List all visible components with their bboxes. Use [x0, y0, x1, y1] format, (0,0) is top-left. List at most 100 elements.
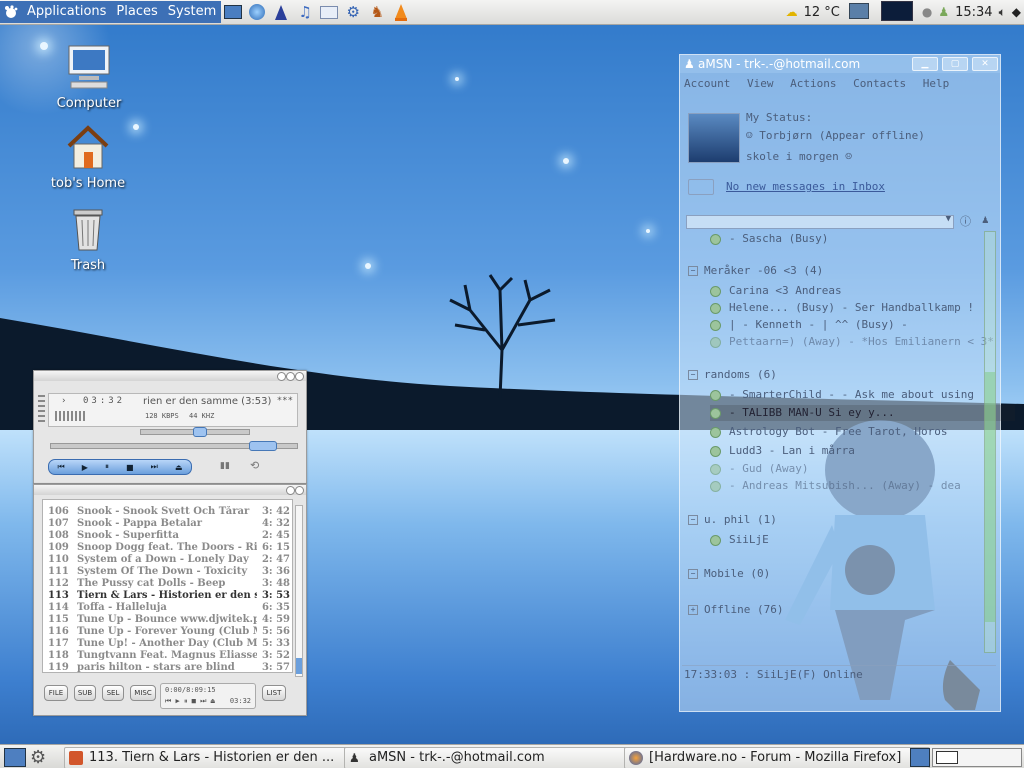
playlist-sel-button[interactable]: SEL — [102, 685, 124, 701]
amsn-minimize-button[interactable]: ▁ — [912, 57, 938, 71]
amsn-contact-scrollbar[interactable] — [984, 231, 996, 653]
show-desktop-icon[interactable] — [4, 748, 26, 767]
music-player-launcher-icon[interactable]: ♫ — [294, 2, 316, 22]
desktop-icon-home[interactable]: tob's Home — [43, 124, 133, 191]
amsn-menu-contacts[interactable]: Contacts — [853, 77, 906, 90]
cpu-graph-icon[interactable] — [878, 0, 916, 24]
game-launcher-icon[interactable]: ♞ — [366, 2, 388, 22]
playlist-row[interactable]: 106 Snook - Snook Svett Och Tårar 3: 42 — [43, 506, 292, 518]
tool-launcher-icon[interactable]: ⚙ — [342, 2, 364, 22]
playlist-row[interactable]: 115 Tune Up - Bounce www.djwitek.prv. 4: 5… — [43, 614, 292, 626]
stop-icon[interactable]: ■ — [126, 463, 134, 472]
playlist-row[interactable]: 114 Toffa - Halleluja 6: 35 — [43, 602, 292, 614]
desktop-icon-computer[interactable]: Computer — [44, 44, 134, 111]
vlc-launcher-icon[interactable] — [390, 2, 412, 22]
play-icon[interactable]: ▶ — [82, 463, 88, 472]
amsn-psm-row[interactable]: skole i morgen ☹ — [746, 150, 852, 163]
playlist-row[interactable]: 118 Tungtvann Feat. Magnus Eliasse - 2 3: … — [43, 650, 292, 662]
contact-item[interactable]: - Sascha (Busy) — [710, 231, 1015, 247]
winamp-time[interactable]: 03:32 — [83, 396, 125, 406]
contact-item[interactable]: - SmarterChild - - Ask me about using — [710, 387, 1015, 403]
weather-icon[interactable]: ☁ — [786, 5, 798, 19]
mini-transport-icons[interactable]: ⏮ ▶ ⏸ ■ ⏭ ⏏ — [165, 697, 215, 706]
group-header[interactable]: − Meråker -06 <3 (4) — [688, 263, 823, 279]
shuffle-icon[interactable]: ▮▮ — [220, 461, 230, 471]
previous-icon[interactable]: ⏮ — [58, 462, 65, 472]
pause-icon[interactable]: ⏸ — [105, 462, 109, 472]
user-icon[interactable]: ♟ — [938, 5, 949, 19]
web-browser-launcher-icon[interactable] — [246, 2, 268, 22]
amsn-nick-row[interactable]: ☺ Torbjørn (Appear offline) — [746, 129, 925, 142]
eject-icon[interactable]: ⏏ — [175, 463, 183, 472]
wizard-launcher-icon[interactable] — [270, 2, 292, 22]
add-contact-icon[interactable]: ♟ — [982, 213, 989, 226]
playlist-row[interactable]: 109 Snoop Dogg feat. The Doors - Riders 6:… — [43, 542, 292, 554]
notification-dot-icon[interactable]: ● — [922, 5, 932, 19]
menu-places[interactable]: Places — [111, 1, 163, 23]
winamp-clutterbar[interactable] — [38, 395, 45, 425]
playlist-row[interactable]: 107 Snook - Pappa Betalar 4: 32 — [43, 518, 292, 530]
playlist-row[interactable]: 116 Tune Up - Forever Young (Club Mix) 5: … — [43, 626, 292, 638]
group-header[interactable]: − randoms (6) — [688, 367, 777, 383]
playlist-row[interactable]: 112 The Pussy cat Dolls - Beep 3: 48 — [43, 578, 292, 590]
amsn-inbox-link[interactable]: No new messages in Inbox — [726, 180, 885, 193]
amsn-menu-help[interactable]: Help — [923, 77, 950, 90]
taskbar-item-amsn[interactable]: ♟ aMSN - trk-.-@hotmail.com — [344, 747, 646, 768]
playlist-scroll-thumb[interactable] — [296, 658, 302, 674]
amsn-menu-actions[interactable]: Actions — [790, 77, 836, 90]
playlist-shade-button[interactable] — [286, 486, 295, 495]
network-monitor-icon[interactable] — [846, 2, 872, 22]
workspace-1[interactable] — [936, 751, 958, 764]
winamp-volume-slider[interactable] — [140, 427, 250, 437]
volume-thumb[interactable] — [193, 427, 207, 437]
contact-scroll-thumb[interactable] — [985, 372, 995, 622]
taskbar-item-winamp[interactable]: 113. Tiern & Lars - Historien er den ... — [64, 747, 366, 768]
playlist-row[interactable]: 108 Snook - Superfitta 2: 45 — [43, 530, 292, 542]
winamp-visualizer[interactable] — [55, 411, 85, 421]
playlist-row[interactable]: 117 Tune Up! - Another Day (Club Mix) (5:… — [43, 638, 292, 650]
amsn-search-input[interactable]: ▼ — [686, 214, 954, 229]
playlist-titlebar[interactable] — [34, 485, 306, 495]
amsn-maximize-button[interactable]: ▢ — [942, 57, 968, 71]
contact-item[interactable]: - Gud (Away) — [710, 461, 1015, 477]
contact-item[interactable]: Pettaarn=) (Away) - *Hos Emilianern < 3* — [710, 334, 1015, 350]
playlist-row[interactable]: 111 System Of The Down - Toxicity 3: 36 — [43, 566, 292, 578]
menu-system[interactable]: System — [162, 1, 222, 23]
winamp-close-button[interactable] — [295, 372, 304, 381]
menu-applications[interactable]: Applications — [22, 1, 112, 23]
clock[interactable]: 15:34 — [955, 5, 992, 20]
amsn-close-button[interactable]: ✕ — [972, 57, 998, 71]
taskbar-item-firefox[interactable]: [Hardware.no - Forum - Mozilla Firefox] — [624, 747, 930, 768]
settings-gear-icon[interactable]: ⚙ — [30, 747, 46, 768]
info-icon[interactable]: ⓘ — [960, 213, 971, 229]
workspace-switcher-icon[interactable] — [910, 748, 930, 767]
contact-item[interactable]: SiiLjE — [710, 532, 1015, 548]
winamp-seek-bar[interactable] — [50, 441, 298, 451]
amsn-menu-account[interactable]: Account — [684, 77, 730, 90]
gnome-foot-icon[interactable] — [0, 1, 22, 23]
volume-icon[interactable]: 🔈︎ — [999, 5, 1006, 20]
contact-item[interactable]: Astrology Bot - Free Tarot, Horos — [710, 424, 1015, 440]
mail-launcher-icon[interactable] — [318, 2, 340, 22]
group-header[interactable]: + Offline (76) — [688, 602, 783, 618]
playlist-row[interactable]: 119 paris hilton - stars are blind 3: 57 — [43, 662, 292, 672]
amsn-display-picture[interactable] — [688, 113, 740, 163]
winamp-titlebar[interactable] — [34, 371, 306, 381]
terminal-launcher-icon[interactable] — [222, 2, 244, 22]
playlist-file-button[interactable]: FILE — [44, 685, 68, 701]
contact-item[interactable]: Carina <3 Andreas — [710, 283, 1015, 299]
contact-item[interactable]: - TALIBB MAN-U Si ey y... — [710, 405, 1015, 421]
playlist-misc-button[interactable]: MISC — [130, 685, 156, 701]
group-header[interactable]: − Mobile (0) — [688, 566, 770, 582]
playlist-scrollbar[interactable] — [295, 505, 303, 677]
next-icon[interactable]: ⏭ — [151, 462, 158, 472]
playlist-sub-button[interactable]: SUB — [74, 685, 96, 701]
amsn-menu-view[interactable]: View — [747, 77, 774, 90]
playlist-row[interactable]: 110 System of a Down - Lonely Day 2: 47 — [43, 554, 292, 566]
contact-item[interactable]: | - Kenneth - | ^^ (Busy) - — [710, 317, 1015, 333]
contact-item[interactable]: - Andreas Mitsubish... (Away) - dea — [710, 478, 1015, 494]
repeat-icon[interactable]: ⟲ — [250, 459, 259, 472]
seek-thumb[interactable] — [249, 441, 277, 451]
workspace-switcher[interactable] — [932, 748, 1022, 767]
desktop-icon-trash[interactable]: Trash — [43, 206, 133, 273]
